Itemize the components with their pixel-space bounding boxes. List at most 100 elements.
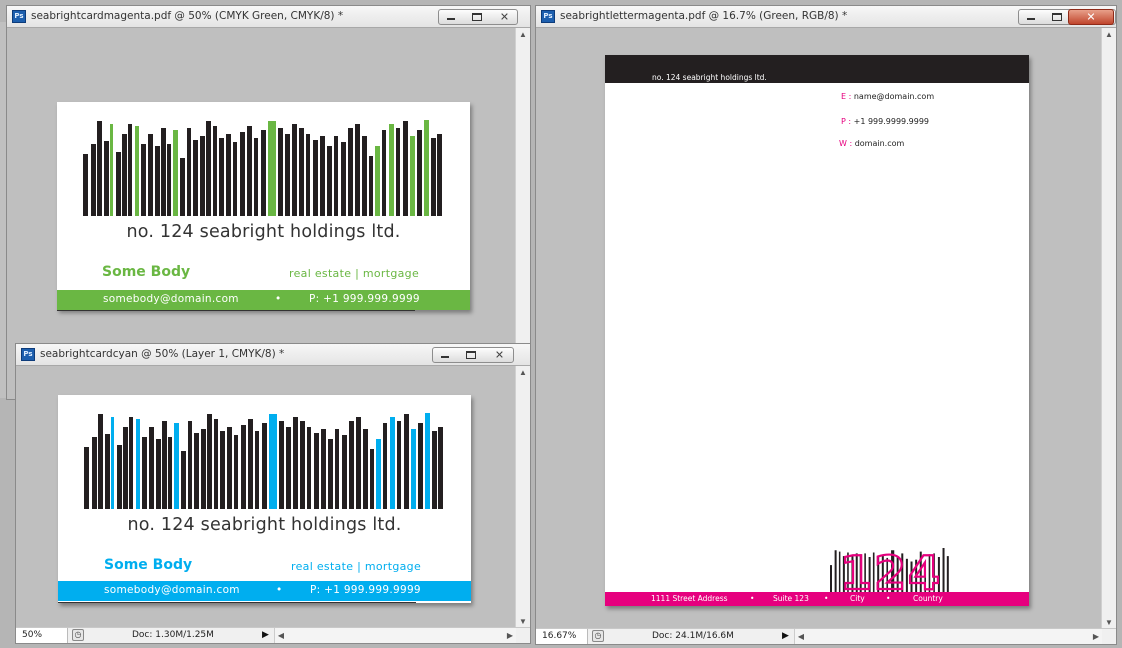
letter-header-text: no. 124 seabright holdings ltd. bbox=[652, 73, 767, 82]
barcode-bar bbox=[279, 421, 284, 509]
barcode-bar bbox=[341, 142, 346, 216]
status-menu-arrow-icon[interactable]: ▶ bbox=[782, 631, 789, 641]
barcode-bar bbox=[376, 439, 381, 509]
barcode-bar bbox=[168, 437, 172, 509]
scroll-left-icon[interactable]: ◀ bbox=[275, 628, 287, 643]
barcode-bar bbox=[148, 134, 153, 216]
letter-header-band: no. 124 seabright holdings ltd. bbox=[605, 55, 1029, 83]
barcode-bar bbox=[227, 427, 232, 509]
close-button[interactable]: ✕ bbox=[485, 348, 514, 362]
phone-text: P: +1 999.999.9999 bbox=[310, 584, 421, 596]
company-name: no. 124 seabright holdings ltd. bbox=[127, 515, 402, 535]
barcode-bar bbox=[116, 152, 121, 216]
zoom-level[interactable]: 16.67% bbox=[536, 629, 588, 644]
barcode-bar bbox=[404, 414, 409, 509]
barcode-bar bbox=[110, 124, 113, 216]
barcode-bar bbox=[300, 421, 305, 509]
photoshop-icon: Ps bbox=[12, 10, 26, 23]
company-name: no. 124 seabright holdings ltd. bbox=[126, 222, 401, 242]
scroll-up-icon[interactable]: ▲ bbox=[1102, 28, 1116, 42]
window-titlebar[interactable]: Ps seabrightcardcyan @ 50% (Layer 1, CMY… bbox=[16, 344, 530, 366]
scroll-up-icon[interactable]: ▲ bbox=[516, 28, 530, 42]
barcode-bar bbox=[156, 439, 161, 509]
close-button[interactable]: ✕ bbox=[1068, 9, 1114, 25]
minimize-icon bbox=[1027, 18, 1035, 20]
window-titlebar[interactable]: Ps seabrightlettermagenta.pdf @ 16.7% (G… bbox=[536, 6, 1116, 28]
close-icon: ✕ bbox=[1086, 10, 1096, 24]
zoom-level[interactable]: 50% bbox=[16, 628, 68, 643]
window-title: seabrightlettermagenta.pdf @ 16.7% (Gree… bbox=[560, 10, 848, 22]
minimize-button[interactable] bbox=[433, 348, 457, 362]
footer-bullet: • bbox=[824, 594, 829, 603]
document-size: Doc: 24.1M/16.6M bbox=[652, 631, 734, 641]
contact-band: somebody@domain.com • P: +1 999.999.9999 bbox=[57, 290, 470, 310]
barcode-bar bbox=[314, 433, 319, 509]
barcode-bar bbox=[123, 427, 128, 509]
horizontal-scrollbar[interactable]: ◀ ▶ bbox=[794, 629, 1102, 644]
maximize-icon bbox=[466, 351, 476, 359]
barcode-bar bbox=[320, 136, 325, 216]
contact-value: +1 999.9999.9999 bbox=[853, 117, 930, 126]
scroll-right-icon[interactable]: ▶ bbox=[1090, 629, 1102, 644]
barcode-bar bbox=[220, 431, 225, 509]
contact-value: domain.com bbox=[854, 139, 905, 148]
status-info-icon[interactable]: ◷ bbox=[72, 629, 84, 641]
barcode-bar bbox=[174, 423, 179, 509]
barcode-bar bbox=[417, 130, 422, 216]
trade-text: real estate | mortgage bbox=[291, 560, 422, 573]
document-size: Doc: 1.30M/1.25M bbox=[132, 630, 214, 640]
horizontal-scrollbar[interactable]: ◀ ▶ bbox=[274, 628, 516, 643]
barcode-bar bbox=[234, 435, 238, 509]
barcode-bar bbox=[307, 427, 311, 509]
barcode-bar bbox=[348, 128, 353, 216]
barcode-bar bbox=[262, 423, 267, 509]
barcode-bar bbox=[403, 121, 408, 216]
barcode-bar bbox=[268, 121, 276, 216]
barcode-bar bbox=[397, 421, 401, 509]
scroll-left-icon[interactable]: ◀ bbox=[795, 629, 807, 644]
barcode-bar bbox=[161, 128, 166, 216]
scroll-up-icon[interactable]: ▲ bbox=[516, 366, 530, 380]
barcode-bar bbox=[141, 144, 146, 216]
barcode-bar bbox=[390, 417, 395, 509]
footer-bullet: • bbox=[750, 594, 755, 603]
barcode-bar bbox=[214, 419, 218, 509]
maximize-button[interactable] bbox=[465, 10, 489, 24]
maximize-button[interactable] bbox=[459, 348, 483, 362]
barcode-logo bbox=[83, 120, 442, 216]
status-info-icon[interactable]: ◷ bbox=[592, 630, 604, 642]
barcode-bar bbox=[942, 548, 945, 593]
barcode-bar bbox=[91, 144, 96, 216]
scroll-right-icon[interactable]: ▶ bbox=[504, 628, 516, 643]
letterhead-page: no. 124 seabright holdings ltd. E : name… bbox=[605, 55, 1029, 606]
person-name: Some Body bbox=[104, 557, 193, 573]
vertical-scrollbar[interactable]: ▲ ▼ bbox=[1101, 28, 1116, 630]
close-button[interactable]: ✕ bbox=[491, 10, 518, 24]
barcode-bar bbox=[327, 146, 332, 216]
window-title: seabrightcardmagenta.pdf @ 50% (CMYK Gre… bbox=[31, 10, 344, 22]
window-titlebar[interactable]: Ps seabrightcardmagenta.pdf @ 50% (CMYK … bbox=[7, 6, 530, 28]
barcode-bar bbox=[194, 433, 199, 509]
footer-city: City bbox=[850, 594, 865, 603]
barcode-bar bbox=[129, 417, 133, 509]
barcode-bar bbox=[438, 427, 443, 509]
barcode-bar bbox=[136, 419, 140, 509]
minimize-button[interactable] bbox=[439, 10, 463, 24]
barcode-bar bbox=[200, 136, 205, 216]
trade-text: real estate | mortgage bbox=[289, 267, 420, 280]
status-menu-arrow-icon[interactable]: ▶ bbox=[262, 630, 269, 640]
maximize-button[interactable] bbox=[1045, 10, 1069, 24]
barcode-bar bbox=[98, 414, 103, 509]
barcode-bar bbox=[261, 130, 266, 216]
photoshop-icon: Ps bbox=[21, 348, 35, 361]
vertical-scrollbar[interactable]: ▲ ▼ bbox=[515, 366, 530, 629]
barcode-bar bbox=[349, 421, 354, 509]
barcode-logo bbox=[84, 413, 443, 509]
minimize-button[interactable] bbox=[1019, 10, 1043, 24]
barcode-bar bbox=[363, 429, 368, 509]
barcode-bar bbox=[167, 144, 171, 216]
barcode-bar bbox=[396, 128, 400, 216]
email-text: somebody@domain.com bbox=[103, 293, 239, 305]
footer-suite: Suite 123 bbox=[773, 594, 809, 603]
close-icon: ✕ bbox=[494, 348, 505, 362]
